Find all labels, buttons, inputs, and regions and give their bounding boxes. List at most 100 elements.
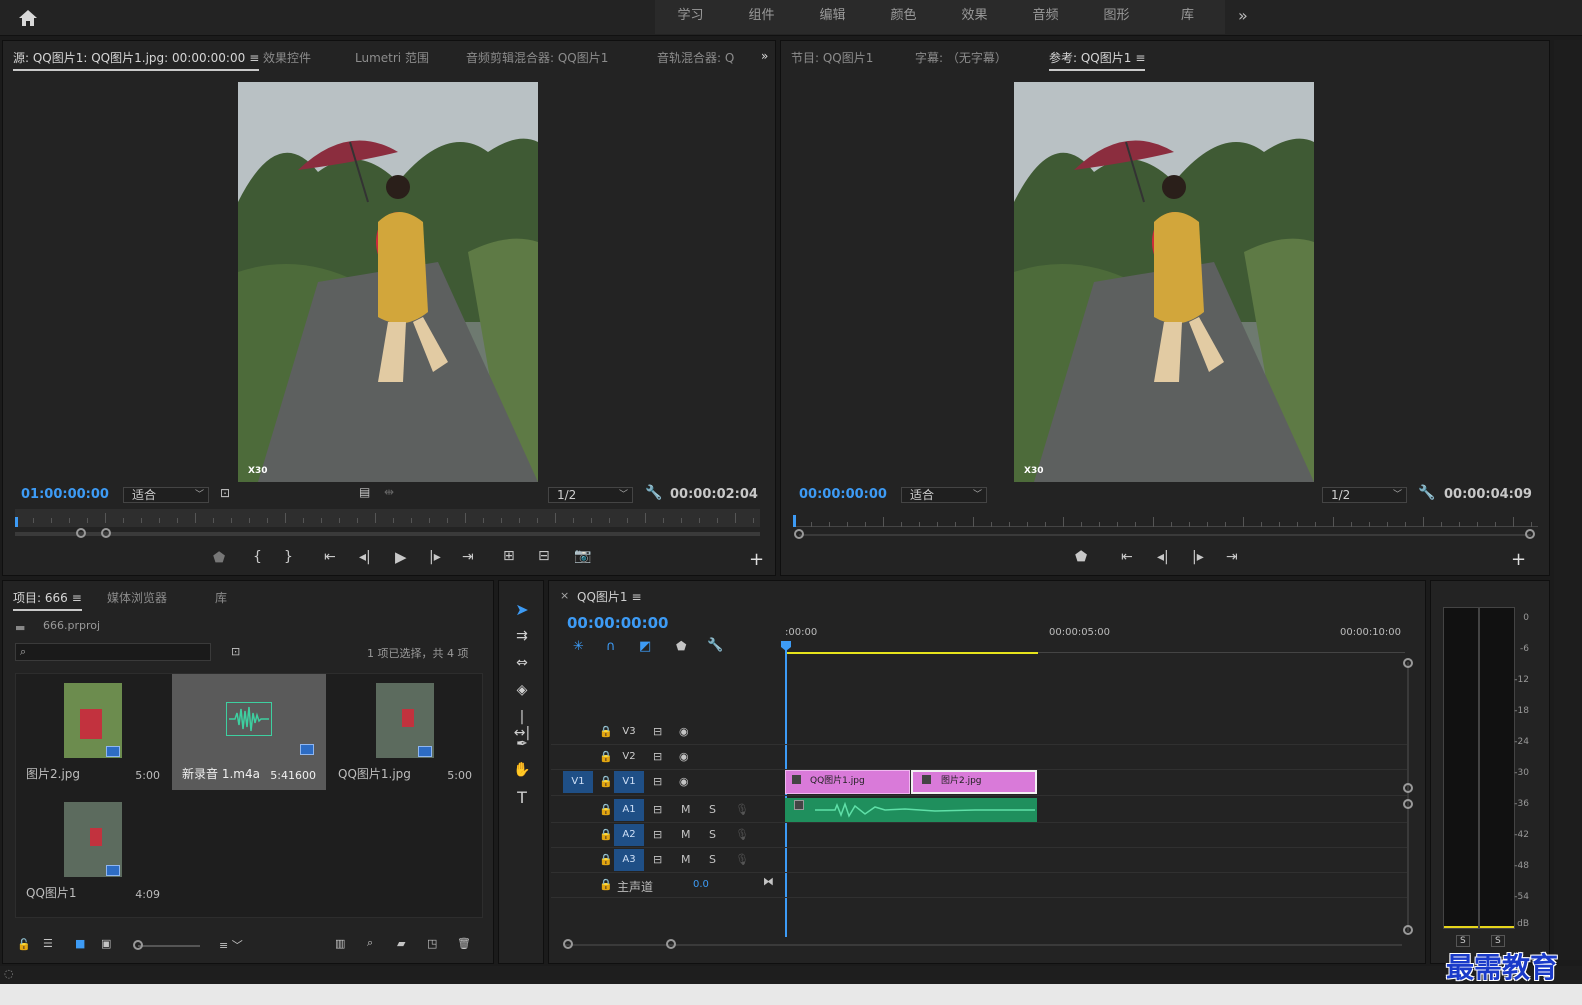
new-item-icon[interactable]: ◳ (427, 937, 437, 950)
go-to-in-icon[interactable]: ⇤ (1121, 549, 1133, 565)
workspace-assembly[interactable]: 组件 (726, 0, 797, 34)
track-label[interactable]: V1 (614, 771, 644, 793)
snap-icon[interactable]: ∩ (606, 639, 616, 654)
sync-lock-icon[interactable]: ⊟ (653, 725, 662, 738)
nest-icon[interactable]: ✳ (573, 639, 584, 654)
timeline-vertical-scrollbar[interactable] (1407, 662, 1409, 932)
tab-audio-track-mixer[interactable]: 音轨混合器: Q (657, 49, 734, 66)
track-select-tool-icon[interactable]: ⇉ (512, 628, 532, 644)
scroll-handle-left[interactable] (794, 529, 804, 539)
new-search-bin-icon[interactable]: ⊡ (231, 645, 240, 658)
drag-audio-icon[interactable]: ⇹ (384, 485, 394, 499)
scroll-handle[interactable] (1403, 783, 1413, 793)
mark-out-icon[interactable]: } (284, 549, 293, 565)
lock-track-icon[interactable]: 🔒 (599, 853, 613, 866)
timeline-horizontal-scrollbar[interactable] (564, 944, 1402, 946)
program-time-ruler[interactable] (793, 513, 1538, 527)
scroll-handle[interactable] (1403, 925, 1413, 935)
scroll-handle-right[interactable] (1525, 529, 1535, 539)
source-time-ruler[interactable] (15, 509, 760, 527)
program-zoom-scrollbar[interactable] (799, 534, 1531, 536)
go-to-end-icon[interactable]: ⧓ (763, 875, 774, 888)
work-area-bar[interactable] (786, 652, 1038, 654)
program-playhead-timecode[interactable]: 00:00:00:00 (799, 487, 887, 502)
solo-button[interactable]: S (709, 803, 716, 816)
eye-icon[interactable]: ◉ (679, 775, 689, 788)
project-item-selected[interactable]: 新录音 1.m4a 5:41600 (172, 674, 326, 790)
track-label[interactable]: A3 (614, 849, 644, 871)
go-to-out-icon[interactable]: ⇥ (462, 549, 474, 565)
safe-margins-icon[interactable]: ⊡ (220, 486, 230, 500)
scroll-handle[interactable] (1403, 658, 1413, 668)
lock-track-icon[interactable]: 🔒 (599, 750, 613, 763)
mic-icon[interactable]: 🎙 (735, 803, 749, 816)
new-bin-icon[interactable]: ▰ (397, 937, 405, 950)
automate-sequence-icon[interactable]: ▥ (335, 937, 345, 950)
thumbnail-size-slider[interactable] (138, 945, 200, 947)
add-marker-icon[interactable]: ⬟ (676, 639, 686, 653)
panel-menu-icon[interactable]: ≡ (249, 51, 259, 65)
timeline-timecode[interactable]: 00:00:00:00 (567, 614, 669, 632)
go-to-in-icon[interactable]: ⇤ (324, 549, 336, 565)
scroll-handle-right[interactable] (101, 528, 111, 538)
source-playhead-timecode[interactable]: 01:00:00:00 (21, 487, 109, 502)
sync-lock-icon[interactable]: ⊟ (653, 750, 662, 763)
tab-project[interactable]: 项目: 666 ≡ (13, 589, 82, 611)
track-label[interactable]: A2 (614, 824, 644, 846)
scroll-handle-left[interactable] (563, 939, 573, 949)
project-item[interactable]: QQ图片1 4:09 (16, 793, 170, 909)
project-item[interactable]: 图片2.jpg 5:00 (16, 674, 170, 790)
mic-icon[interactable]: 🎙 (735, 853, 749, 866)
program-playhead[interactable] (793, 515, 796, 527)
sync-lock-icon[interactable]: ⊟ (653, 803, 662, 816)
workspace-graphics[interactable]: 图形 (1081, 0, 1152, 34)
drag-video-icon[interactable]: ▤ (359, 485, 370, 499)
source-patch-v1[interactable]: V1 (563, 771, 593, 793)
tab-lumetri-scopes[interactable]: Lumetri 范围 (355, 49, 429, 66)
lock-track-icon[interactable]: 🔒 (599, 803, 613, 816)
workspace-editing[interactable]: 编辑 (797, 0, 868, 34)
master-volume-value[interactable]: 0.0 (693, 879, 709, 890)
tab-libraries[interactable]: 库 (215, 589, 227, 606)
panel-menu-icon[interactable]: ≡ (632, 590, 642, 604)
source-resolution-select[interactable]: 1/2 ﹀ (548, 487, 633, 503)
sequence-tab[interactable]: QQ图片1 ≡ (577, 588, 642, 605)
lock-track-icon[interactable]: 🔒 (599, 775, 613, 788)
step-back-icon[interactable]: ◂| (1157, 549, 1169, 565)
mute-button[interactable]: M (681, 853, 691, 866)
video-clip[interactable]: 图片2.jpg (911, 770, 1037, 794)
lock-track-icon[interactable]: 🔒 (599, 828, 613, 841)
freeform-view-icon[interactable]: ▣ (101, 937, 111, 950)
home-icon[interactable] (18, 9, 38, 27)
eye-icon[interactable]: ◉ (679, 750, 689, 763)
sort-icon[interactable]: ≡ ﹀ (219, 937, 243, 953)
tab-captions[interactable]: 字幕: （无字幕） (915, 49, 1007, 66)
marker-icon[interactable]: ⬟ (1075, 549, 1087, 565)
trash-icon[interactable]: 🗑 (457, 937, 471, 950)
go-to-out-icon[interactable]: ⇥ (1226, 549, 1238, 565)
sync-lock-icon[interactable]: ⊟ (653, 853, 662, 866)
overwrite-icon[interactable]: ⊟ (538, 548, 550, 564)
ripple-edit-tool-icon[interactable]: ⇔ (512, 655, 532, 671)
panel-menu-icon[interactable]: ≡ (1135, 51, 1145, 65)
selection-tool-icon[interactable]: ➤ (512, 600, 532, 619)
source-zoom-scrollbar[interactable] (15, 532, 760, 536)
tab-reference[interactable]: 参考: QQ图片1 ≡ (1049, 49, 1146, 71)
step-forward-icon[interactable]: |▸ (429, 549, 441, 565)
step-back-icon[interactable]: ◂| (359, 549, 371, 565)
razor-tool-icon[interactable]: ◈ (512, 682, 532, 698)
tab-audio-clip-mixer[interactable]: 音频剪辑混合器: QQ图片1 (466, 49, 608, 66)
eye-icon[interactable]: ◉ (679, 725, 689, 738)
find-icon[interactable]: ⌕ (367, 936, 373, 950)
source-playhead[interactable] (15, 517, 18, 527)
lock-track-icon[interactable]: 🔒 (599, 725, 613, 738)
workspace-color[interactable]: 颜色 (868, 0, 939, 34)
tab-source[interactable]: 源: QQ图片1: QQ图片1.jpg: 00:00:00:00 ≡ (13, 49, 260, 71)
pen-tool-icon[interactable]: ✒ (512, 736, 532, 752)
scroll-handle-left[interactable] (76, 528, 86, 538)
insert-icon[interactable]: ⊞ (503, 548, 515, 564)
scroll-handle-right[interactable] (666, 939, 676, 949)
button-editor-icon[interactable]: + (1511, 549, 1526, 570)
tab-effect-controls[interactable]: 效果控件 (263, 49, 311, 66)
tab-program[interactable]: 节目: QQ图片1 (791, 49, 873, 66)
